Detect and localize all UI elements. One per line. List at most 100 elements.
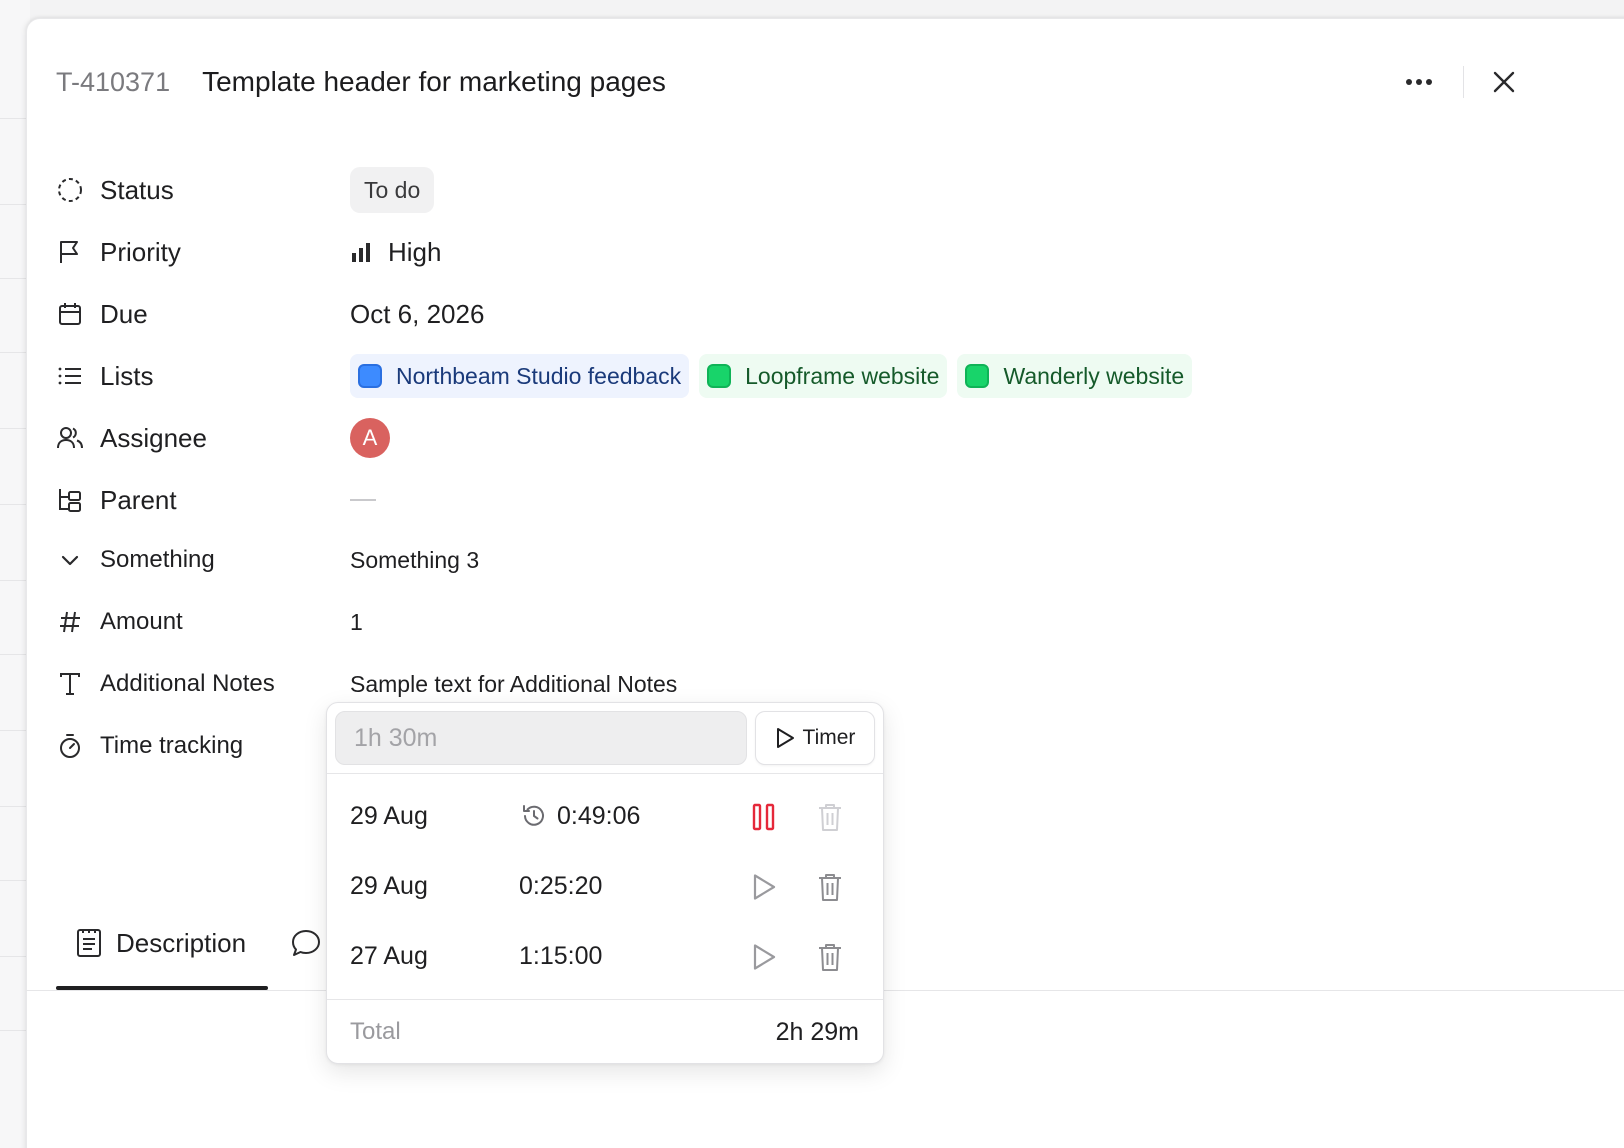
parent-label: Parent [100, 484, 177, 515]
list-icon [56, 362, 84, 390]
assignee-value[interactable]: A [350, 418, 390, 458]
list-color-dot [965, 364, 990, 388]
additional-notes-label: Additional Notes [100, 670, 275, 697]
time-input[interactable]: 1h 30m [335, 711, 747, 765]
list-color-dot [707, 364, 732, 388]
tab-comments[interactable] [290, 898, 326, 988]
property-something: Something Something 3 [56, 536, 1456, 584]
avatar[interactable]: A [350, 418, 390, 458]
pause-button[interactable] [747, 800, 781, 834]
priority-value[interactable]: High [350, 237, 441, 268]
task-id: T-410371 [56, 66, 171, 97]
delete-entry-button[interactable] [813, 870, 847, 904]
more-horizontal-icon [1406, 79, 1432, 85]
header-actions [1399, 62, 1522, 102]
list-chip[interactable]: Northbeam Studio feedback [350, 354, 690, 398]
lists-label: Lists [100, 360, 154, 391]
due-value[interactable]: Oct 6, 2026 [350, 299, 484, 330]
amount-label-cell: Amount [56, 598, 350, 646]
property-due: Due Oct 6, 2026 [56, 290, 1456, 338]
property-assignee: Assignee A [56, 414, 1456, 462]
something-value[interactable]: Something 3 [350, 547, 479, 574]
property-amount: Amount 1 [56, 598, 1456, 646]
history-icon [523, 805, 544, 826]
entry-duration: 1:15:00 [519, 941, 603, 970]
priority-label-cell: Priority [56, 228, 350, 276]
entry-duration: 0:49:06 [521, 783, 640, 849]
amount-label: Amount [100, 608, 183, 635]
total-value: 2h 29m [775, 1017, 859, 1046]
priority-label: Priority [100, 236, 181, 267]
more-options-button[interactable] [1399, 62, 1439, 102]
list-chip[interactable]: Loopframe website [699, 354, 948, 398]
task-title[interactable]: Template header for marketing pages [202, 66, 666, 98]
property-lists: Lists Northbeam Studio feedback Loopfram… [56, 352, 1456, 400]
status-label-cell: Status [56, 166, 350, 214]
delete-entry-button[interactable] [813, 940, 847, 974]
amount-value[interactable]: 1 [350, 609, 363, 636]
list-color-dot [358, 364, 382, 388]
entry-duration-text: 0:49:06 [557, 801, 641, 830]
priority-bars-icon [352, 243, 370, 262]
time-entry-row: 27 Aug 1:15:00 [327, 923, 883, 989]
time-total-row: Total 2h 29m [327, 1001, 883, 1063]
active-tab-indicator [56, 986, 268, 990]
resume-button[interactable] [747, 870, 781, 904]
priority-text: High [388, 236, 442, 267]
entry-date: 29 Aug [350, 801, 428, 830]
list-chip-label: Wanderly website [1003, 362, 1185, 389]
list-chip[interactable]: Wanderly website [957, 354, 1193, 398]
total-label: Total [350, 1018, 401, 1045]
parent-value[interactable] [350, 499, 376, 501]
additional-notes-value[interactable]: Sample text for Additional Notes [350, 671, 677, 698]
time-tracking-label: Time tracking [100, 732, 244, 759]
property-parent: Parent [56, 476, 1456, 524]
tab-description-label: Description [116, 927, 247, 958]
delete-entry-button[interactable] [813, 800, 847, 834]
due-label-cell: Due [56, 290, 350, 338]
document-icon [77, 929, 101, 957]
due-label: Due [100, 298, 148, 329]
property-status: Status To do [56, 166, 1456, 214]
chevron-down-icon [56, 546, 84, 574]
popover-divider [327, 999, 883, 1000]
time-entry-bar: 1h 30m Timer [335, 711, 875, 765]
assignee-label-cell: Assignee [56, 414, 350, 462]
status-label: Status [100, 174, 174, 205]
list-chip-label: Loopframe website [745, 362, 940, 389]
hierarchy-icon [56, 486, 84, 514]
entry-date: 27 Aug [350, 941, 428, 970]
something-label-cell: Something [56, 536, 350, 584]
hash-icon [56, 608, 84, 636]
status-value[interactable]: To do [350, 167, 435, 213]
start-timer-button[interactable]: Timer [755, 711, 875, 765]
close-icon [1493, 71, 1515, 93]
lists-value: Northbeam Studio feedback Loopframe webs… [350, 354, 1202, 398]
flag-icon [56, 238, 84, 266]
status-pill[interactable]: To do [350, 167, 435, 213]
tab-description[interactable]: Description [76, 898, 296, 988]
time-entry-row: 29 Aug 0:25:20 [327, 853, 883, 919]
time-tracking-popover: 1h 30m Timer 29 Aug 0:49:06 29 Aug 0:25:… [326, 702, 884, 1064]
close-button[interactable] [1486, 64, 1522, 100]
play-icon [753, 874, 776, 900]
header-divider [1463, 66, 1464, 98]
trash-icon [819, 804, 841, 831]
play-icon [753, 944, 776, 970]
calendar-icon [56, 300, 84, 328]
popover-divider [327, 773, 883, 774]
something-label: Something [100, 546, 215, 573]
list-chip-label: Northbeam Studio feedback [396, 362, 682, 389]
trash-icon [819, 944, 841, 971]
lists-label-cell: Lists [56, 352, 350, 400]
timer-button-label: Timer [802, 726, 856, 749]
entry-date: 29 Aug [350, 871, 428, 900]
notes-label-cell: Additional Notes [56, 660, 350, 708]
stopwatch-icon [56, 732, 84, 760]
property-additional-notes: Additional Notes Sample text for Additio… [56, 660, 1456, 708]
users-icon [56, 424, 84, 452]
property-priority: Priority High [56, 228, 1456, 276]
status-circle-icon [56, 176, 84, 204]
time-tracking-label-cell: Time tracking [56, 722, 350, 770]
resume-button[interactable] [747, 940, 781, 974]
